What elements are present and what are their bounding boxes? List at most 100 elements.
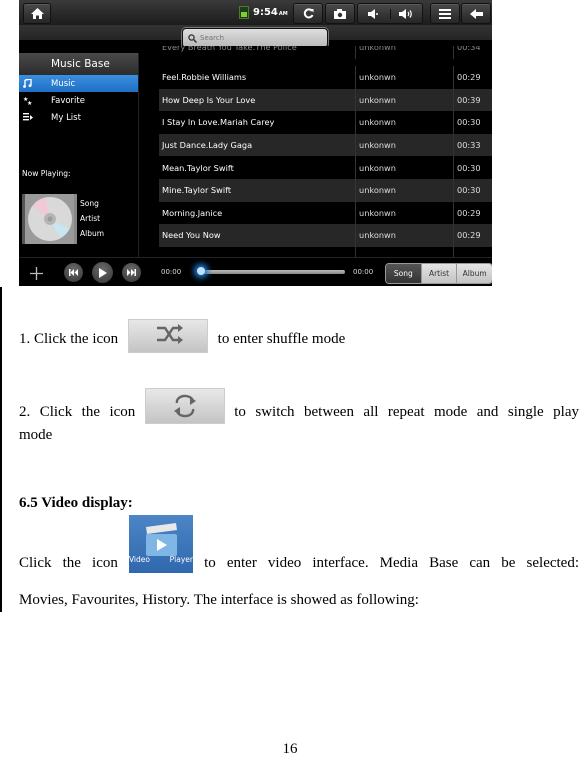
shuffle-button-image xyxy=(127,319,208,353)
tab-artist[interactable]: Artist xyxy=(420,264,457,283)
playlist-icon xyxy=(23,113,33,121)
cd-icon xyxy=(25,194,74,244)
back-button[interactable] xyxy=(461,3,491,24)
now-playing-label: Now Playing: xyxy=(22,169,71,178)
sidebar: Music Base Music ★ ★ Favorite My List Now… xyxy=(19,53,139,259)
play-icon xyxy=(98,267,107,278)
volume-up-icon xyxy=(399,8,413,19)
refresh-button[interactable] xyxy=(293,3,323,24)
track-title: Feel.Robbie Williams xyxy=(162,72,247,83)
video-player-app-icon: Video Player xyxy=(128,515,193,573)
plus-icon xyxy=(30,267,43,280)
playback-controls: 00:00 00:00 Song Artist Album xyxy=(19,257,492,286)
video-player-label: Video Player xyxy=(128,555,193,564)
music-base-title: Music Base xyxy=(19,53,138,75)
search-field[interactable] xyxy=(182,28,328,48)
now-playing-album: Album xyxy=(80,229,105,238)
tab-song[interactable]: Song xyxy=(386,264,421,283)
skip-next-icon xyxy=(127,269,136,276)
track-title: Need You Now xyxy=(162,230,221,241)
total-time: 00:00 xyxy=(353,268,374,276)
track-row[interactable]: Just Dance.Lady Gaga unkonwn 00:33 xyxy=(159,133,492,157)
track-row[interactable]: Morning.Janice unkonwn 00:29 xyxy=(159,201,492,225)
track-title: I Stay In Love.Mariah Carey xyxy=(162,117,275,128)
now-playing-artist: Artist xyxy=(80,214,101,223)
track-duration: 00:30 xyxy=(453,156,492,179)
sidebar-item-label: My List xyxy=(51,112,81,123)
video-prefix: Click the icon xyxy=(19,555,118,571)
camera-button[interactable] xyxy=(325,3,355,24)
volume-controls xyxy=(357,3,423,24)
track-row[interactable]: I Stay In Love.Mariah Carey unkonwn 00:3… xyxy=(159,111,492,134)
repeat-icon xyxy=(173,394,196,418)
home-icon xyxy=(30,8,44,19)
track-artist: unkonwn xyxy=(355,224,453,247)
track-artist: unkonwn xyxy=(355,66,453,89)
seek-bar[interactable] xyxy=(199,270,345,274)
repeat-button-image xyxy=(144,388,225,424)
track-title: Mean.Taylor Swift xyxy=(162,162,234,173)
step-1-prefix: 1. Click the icon xyxy=(19,331,119,347)
clock: 9:54AM xyxy=(239,4,288,21)
stars-icon: ★★ xyxy=(23,96,32,105)
margin-rule xyxy=(0,287,2,612)
play-button[interactable] xyxy=(92,262,113,283)
previous-button[interactable] xyxy=(64,263,83,282)
album-art xyxy=(22,194,77,244)
track-duration: 00:29 xyxy=(453,66,492,89)
step-2-continued: mode xyxy=(19,427,53,443)
step-2-prefix: 2. Click the icon xyxy=(19,404,136,420)
track-duration: 00:29 xyxy=(453,201,492,225)
track-row[interactable]: Need You Now unkonwn 00:29 xyxy=(159,224,492,247)
track-row[interactable]: Mine.Taylor Swift unkonwn 00:30 xyxy=(159,179,492,202)
track-artist: unkonwn xyxy=(355,111,453,134)
step-2-suffix: to switch between all repeat mode and si… xyxy=(234,404,580,420)
step-1: 1. Click the icon to enter shuffle mode xyxy=(19,319,345,353)
next-button[interactable] xyxy=(122,263,141,282)
track-row[interactable]: Mean.Taylor Swift unkonwn 00:30 xyxy=(159,156,492,179)
track-duration: 00:30 xyxy=(453,111,492,134)
sidebar-item-label: Music xyxy=(51,78,76,89)
sidebar-item-my-list[interactable]: My List xyxy=(19,109,138,126)
track-title: How Deep Is Your Love xyxy=(162,94,256,105)
track-title: Mine.Taylor Swift xyxy=(162,185,232,196)
search-input[interactable] xyxy=(197,34,300,42)
refresh-icon xyxy=(303,8,313,19)
home-button[interactable] xyxy=(23,3,51,24)
menu-icon xyxy=(439,8,451,19)
volume-down-button[interactable] xyxy=(358,8,391,19)
track-artist: unkonwn xyxy=(355,179,453,202)
track-list: Every Breath You Take.The Police unkonwn… xyxy=(159,46,492,259)
sidebar-item-music[interactable]: Music xyxy=(19,75,138,92)
track-row[interactable]: Feel.Robbie Williams unkonwn 00:29 xyxy=(159,66,492,89)
sidebar-item-favorite[interactable]: ★ ★ Favorite xyxy=(19,92,138,109)
track-duration: 00:34 xyxy=(453,46,492,59)
search-icon xyxy=(188,33,197,43)
track-title: Just Dance.Lady Gaga xyxy=(162,140,253,151)
track-artist: unkonwn xyxy=(355,201,453,225)
track-title: Morning.Janice xyxy=(162,207,223,218)
tab-album[interactable]: Album xyxy=(456,264,492,283)
track-artist: unkonwn xyxy=(355,133,453,157)
clock-time: 9:54 xyxy=(253,7,278,18)
track-duration: 00:33 xyxy=(453,133,492,157)
track-artist: unkonwn xyxy=(355,88,453,112)
menu-button[interactable] xyxy=(430,3,460,24)
seek-handle[interactable] xyxy=(197,267,205,275)
track-row[interactable]: Every Breath You Take.The Police unkonwn… xyxy=(159,46,492,59)
video-instruction: Click the icon Video Player to enter vid… xyxy=(19,515,579,575)
add-button[interactable] xyxy=(30,265,43,284)
battery-icon xyxy=(239,6,249,19)
clock-ampm: AM xyxy=(278,11,288,17)
view-tabs: Song Artist Album xyxy=(385,263,492,284)
step-1-suffix: to enter shuffle mode xyxy=(217,331,346,347)
music-player-screenshot: 9:54AM Music Base Musi xyxy=(19,0,492,286)
page-number: 16 xyxy=(282,741,298,757)
track-row[interactable]: How Deep Is Your Love unkonwn 00:39 xyxy=(159,88,492,112)
volume-up-button[interactable] xyxy=(391,8,423,19)
back-arrow-icon xyxy=(469,8,483,19)
track-duration: 00:30 xyxy=(453,179,492,202)
status-bar: 9:54AM xyxy=(19,0,492,25)
music-note-icon xyxy=(23,79,32,88)
elapsed-time: 00:00 xyxy=(161,268,182,276)
